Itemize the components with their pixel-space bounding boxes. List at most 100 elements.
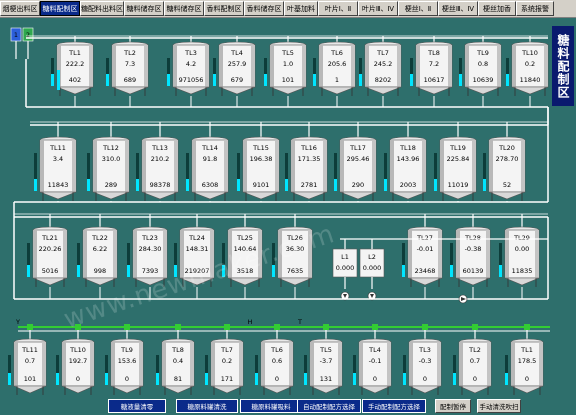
tank-shade: [14, 342, 18, 386]
action-button-5[interactable]: 配制暂停: [435, 399, 471, 413]
tank-row4-3[interactable]: TL8 0.4 81: [156, 338, 195, 395]
tab-6[interactable]: 香料储存区: [244, 1, 284, 16]
tank-row1-6[interactable]: TL7 245.2 8202: [359, 41, 402, 96]
tank-row1-9[interactable]: TL10 0.2 11840: [506, 41, 549, 96]
tank-name: TL4: [368, 346, 381, 354]
tab-11[interactable]: 梗丝Ⅲ、Ⅳ: [438, 1, 478, 16]
tank-row2-3[interactable]: TL14 91.8 6308: [186, 136, 229, 201]
tank-shade: [89, 45, 93, 87]
tank-row4-2[interactable]: TL9 153.6 0: [105, 338, 144, 395]
tank-shade: [459, 342, 463, 386]
tank-row2-4[interactable]: TL15 196.38 9101: [237, 136, 280, 201]
action-button-2[interactable]: 糖原料罐吸料: [240, 399, 302, 413]
valve-icon[interactable]: [124, 324, 130, 330]
tank-shade: [261, 342, 265, 386]
tank-value-2: 0: [76, 375, 80, 383]
tank-row3-8[interactable]: TL29 0.00 11835: [499, 226, 540, 287]
tank-row4-10[interactable]: TL1 178.5 0: [505, 338, 544, 395]
tank-shade: [535, 230, 539, 278]
valve-icon[interactable]: [224, 324, 230, 330]
tank-row3-6[interactable]: TL27 -0.01 23468: [402, 226, 443, 287]
mixer-value: 0.000: [363, 264, 382, 272]
tank-row2-6[interactable]: TL17 295.46 290: [334, 136, 377, 201]
tank-row2-9[interactable]: TL20 278.70 52: [483, 136, 526, 201]
tab-8[interactable]: 叶片Ⅰ、Ⅱ: [318, 1, 358, 16]
action-button-3[interactable]: 自动配制配方选择: [297, 399, 361, 413]
action-button-4[interactable]: 手动配制配方选择: [362, 399, 426, 413]
tank-value-2: 101: [282, 76, 294, 84]
tank-row1-5[interactable]: TL6 205.6 1: [313, 41, 356, 96]
tank-row1-1[interactable]: TL2 7.3 689: [106, 41, 149, 96]
tank-cone: [510, 385, 544, 394]
tank-cone: [464, 86, 502, 95]
tank-row1-8[interactable]: TL9 0.8 10639: [459, 41, 502, 96]
tank-name: TL11: [49, 144, 66, 152]
tank-row4-8[interactable]: TL3 -0.3 0: [403, 338, 442, 395]
valve-icon[interactable]: [323, 324, 329, 330]
tank-value-1: 3.4: [53, 155, 63, 163]
tank-name: TL9: [476, 49, 489, 57]
tank-row3-1[interactable]: TL22 6.22 998: [77, 226, 118, 287]
tank-value-2: 290: [352, 181, 364, 189]
action-button-6[interactable]: 手动清洗吹扫: [477, 399, 521, 413]
valve-icon[interactable]: [274, 324, 280, 330]
tank-shade: [440, 140, 444, 192]
tank-value-1: 192.7: [69, 357, 88, 365]
tab-5[interactable]: 香料配制区: [204, 1, 244, 16]
level-bar: [453, 373, 456, 385]
tank-row4-1[interactable]: TL10 192.7 0: [56, 338, 95, 395]
mixer-2[interactable]: L2 0.000: [359, 248, 385, 278]
valve-icon[interactable]: [175, 324, 181, 330]
valve-icon[interactable]: [27, 324, 33, 330]
tab-12[interactable]: 梗丝加香: [478, 1, 516, 16]
tab-2[interactable]: 糖配料出料区: [80, 1, 124, 16]
tank-shade: [144, 45, 148, 87]
tank-row3-7[interactable]: TL28 -0.38 60139: [450, 226, 491, 287]
tab-9[interactable]: 叶片Ⅲ、Ⅳ: [358, 1, 398, 16]
tank-cone: [488, 191, 526, 200]
tank-row1-4[interactable]: TL5 1.0 101: [264, 41, 307, 96]
tank-row1-2[interactable]: TL3 4.2 971056: [167, 41, 210, 96]
tank-row1-3[interactable]: TL4 257.9 679: [213, 41, 256, 96]
tank-value-1: 310.0: [102, 155, 121, 163]
tank-value-1: 143.96: [397, 155, 420, 163]
tank-row2-0[interactable]: TL11 3.4 11843: [34, 136, 77, 201]
tab-4[interactable]: 糖料储存区: [164, 1, 204, 16]
tank-value-1: 222.2: [66, 60, 85, 68]
tank-shade: [472, 140, 476, 192]
mixer-1[interactable]: L1 0.000: [332, 248, 358, 278]
tab-0[interactable]: 烟梗出料区: [0, 1, 40, 16]
tank-row4-7[interactable]: TL4 -0.1 0: [353, 338, 392, 395]
tank-row2-7[interactable]: TL18 143.96 2003: [384, 136, 427, 201]
valve-icon[interactable]: [372, 324, 378, 330]
tank-shade: [397, 45, 401, 87]
tab-1[interactable]: 糖料配制区: [40, 1, 80, 16]
tank-shade: [521, 140, 525, 192]
tank-row1-7[interactable]: TL8 7.2 10617: [410, 41, 453, 96]
tank-row4-4[interactable]: TL7 0.2 171: [205, 338, 244, 395]
level-bar: [167, 74, 170, 86]
valve-icon[interactable]: [472, 324, 478, 330]
tank-row4-5[interactable]: TL6 0.6 0: [255, 338, 294, 395]
tab-3[interactable]: 糖料储存区: [124, 1, 164, 16]
tank-row4-9[interactable]: TL2 0.7 0: [453, 338, 492, 395]
tank-row2-8[interactable]: TL19 225.84 11019: [434, 136, 477, 201]
valve-icon[interactable]: [422, 324, 428, 330]
tab-10[interactable]: 梗丝Ⅰ、Ⅱ: [398, 1, 438, 16]
level-bar: [410, 74, 413, 86]
tab-13[interactable]: 系统报警: [516, 1, 554, 16]
tab-7[interactable]: 叶基加料: [284, 1, 318, 16]
tank-value-1: 205.6: [328, 60, 347, 68]
tank-row4-6[interactable]: TL5 -3.7 131: [304, 338, 343, 395]
valve-icon[interactable]: [524, 324, 530, 330]
tank-row4-0[interactable]: TL11 0.7 101: [8, 338, 47, 395]
tank-value-2: 0: [373, 375, 377, 383]
tank-row3-0[interactable]: TL21 220.26 5016: [27, 226, 68, 287]
tank-row2-1[interactable]: TL12 310.0 289: [87, 136, 130, 201]
tank-row2-5[interactable]: TL16 171.35 2781: [285, 136, 328, 201]
action-button-0[interactable]: 糖液量清零: [108, 399, 166, 413]
tank-value-2: 23468: [415, 267, 436, 275]
tank-shade: [438, 230, 442, 278]
action-button-1[interactable]: 糖原料罐清洗: [176, 399, 238, 413]
tank-row2-2[interactable]: TL13 210.2 98378: [136, 136, 179, 201]
